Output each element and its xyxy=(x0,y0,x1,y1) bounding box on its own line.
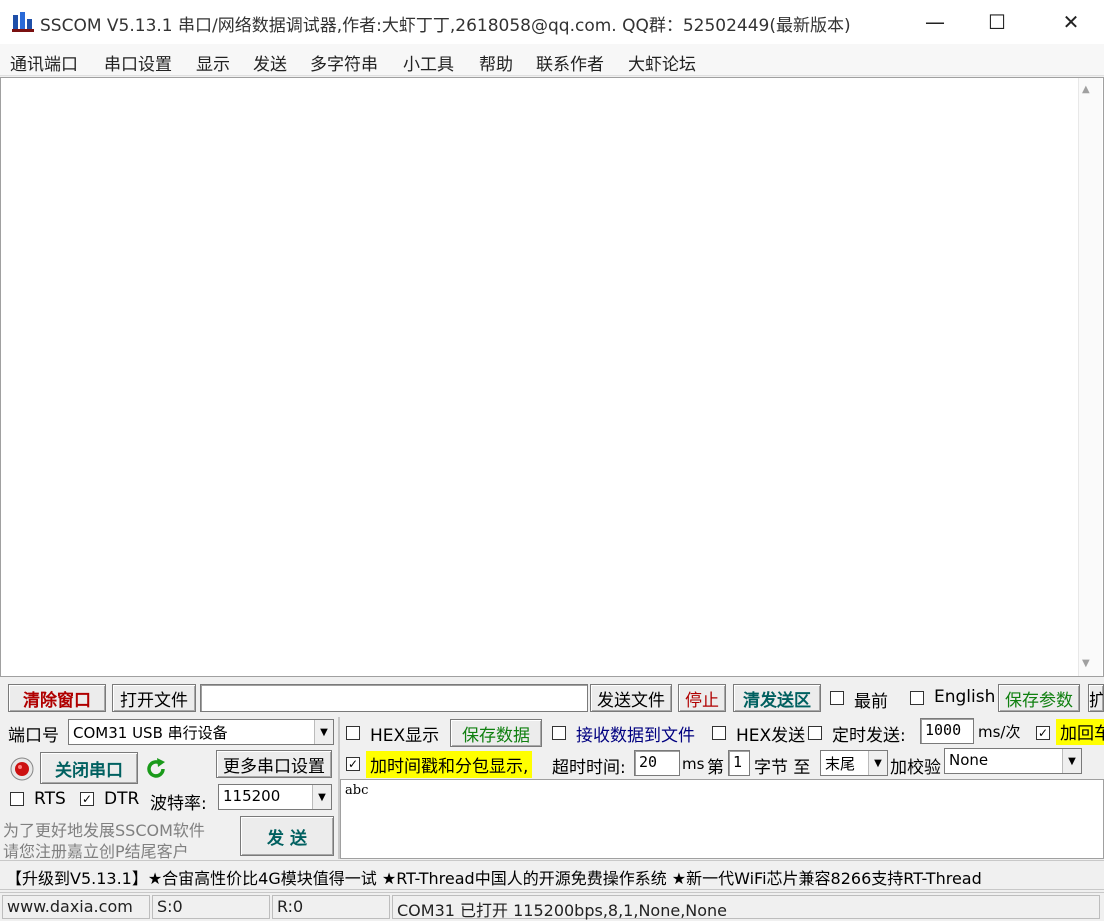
checksum-value: None xyxy=(949,751,989,769)
hex-send-label: HEX发送 xyxy=(736,726,806,746)
minimize-button[interactable]: — xyxy=(904,0,966,44)
menu-forum[interactable]: 大虾论坛 xyxy=(628,50,696,75)
recv-to-file-checkbox[interactable] xyxy=(552,726,566,740)
checksum-select[interactable]: None ▼ xyxy=(944,748,1082,774)
port-label: 端口号 xyxy=(8,726,59,746)
timed-send-checkbox[interactable] xyxy=(808,726,822,740)
open-file-button[interactable]: 打开文件 xyxy=(112,684,196,712)
save-params-button[interactable]: 保存参数 xyxy=(998,684,1080,712)
ticker-text[interactable]: 【升级到V5.13.1】★合宙高性价比4G模块值得一试 ★RT-Thread中国… xyxy=(6,865,982,889)
menu-contact-author[interactable]: 联系作者 xyxy=(536,50,604,75)
dtr-checkbox[interactable]: ✓ xyxy=(80,792,94,806)
baud-select-value: 115200 xyxy=(223,787,281,805)
byte-end-value: 末尾 xyxy=(825,755,856,773)
chevron-down-icon: ▼ xyxy=(312,785,331,809)
refresh-icon[interactable] xyxy=(144,757,168,781)
rts-label: RTS xyxy=(34,789,66,809)
status-website[interactable]: www.daxia.com xyxy=(2,895,150,919)
send-file-button[interactable]: 发送文件 xyxy=(590,684,672,712)
scroll-up-icon[interactable]: ▲ xyxy=(1082,84,1090,95)
maximize-button[interactable]: ☐ xyxy=(966,0,1028,44)
recv-to-file-label[interactable]: 接收数据到文件 xyxy=(576,721,695,746)
chevron-down-icon: ▼ xyxy=(314,720,333,744)
chevron-down-icon: ▼ xyxy=(1062,749,1081,773)
byte-end-select[interactable]: 末尾 ▼ xyxy=(820,750,888,776)
hex-send-checkbox[interactable] xyxy=(712,726,726,740)
app-icon xyxy=(12,11,36,33)
promo-text-line2: 请您注册嘉立创P结尾客户 xyxy=(3,842,189,861)
timeout-unit: ms xyxy=(682,755,705,773)
status-sent-count: S:0 xyxy=(152,895,270,919)
more-port-settings-button[interactable]: 更多串口设置 xyxy=(216,750,332,778)
stop-button[interactable]: 停止 xyxy=(678,684,726,712)
timestamp-checkbox[interactable]: ✓ xyxy=(346,757,360,771)
menu-multi-string[interactable]: 多字符串 xyxy=(310,50,378,75)
english-label: English xyxy=(934,687,996,707)
rts-checkbox[interactable] xyxy=(10,792,24,806)
checksum-label: 加校验 xyxy=(890,758,941,778)
byte-index-input[interactable]: 1 xyxy=(728,750,750,776)
english-checkbox[interactable] xyxy=(910,691,924,705)
send-button[interactable]: 发 送 xyxy=(240,816,334,856)
port-status-icon xyxy=(10,757,34,781)
scroll-down-icon[interactable]: ▼ xyxy=(1082,658,1090,669)
menu-send[interactable]: 发送 xyxy=(253,50,287,75)
interval-unit: ms/次 xyxy=(978,723,1021,741)
file-path-input[interactable] xyxy=(200,684,588,712)
topmost-label: 最前 xyxy=(854,692,888,712)
byte-suffix-label: 字节 至 xyxy=(754,758,811,778)
menu-display[interactable]: 显示 xyxy=(196,50,230,75)
dtr-label: DTR xyxy=(104,789,140,809)
expand-button[interactable]: 扩 xyxy=(1088,684,1104,712)
save-data-button[interactable]: 保存数据 xyxy=(450,719,542,747)
receive-area[interactable] xyxy=(0,77,1104,677)
status-received-count: R:0 xyxy=(272,895,390,919)
window-title: SSCOM V5.13.1 串口/网络数据调试器,作者:大虾丁丁,2618058… xyxy=(40,16,851,36)
ticker-bar: 【升级到V5.13.1】★合宙高性价比4G模块值得一试 ★RT-Thread中国… xyxy=(0,860,1104,890)
timeout-input[interactable]: 20 xyxy=(634,750,680,776)
menu-tools[interactable]: 小工具 xyxy=(403,50,454,75)
timed-send-label: 定时发送: xyxy=(832,726,906,746)
clear-send-button[interactable]: 清发送区 xyxy=(733,684,821,712)
baud-select[interactable]: 115200 ▼ xyxy=(218,784,332,810)
close-button[interactable]: ✕ xyxy=(1040,0,1102,44)
baud-label: 波特率: xyxy=(150,794,207,814)
send-text-area[interactable]: abc xyxy=(340,779,1104,859)
port-select[interactable]: COM31 USB 串行设备 ▼ xyxy=(68,719,334,745)
chevron-down-icon: ▼ xyxy=(868,751,887,775)
timestamp-label: 加时间戳和分包显示, xyxy=(366,751,533,778)
hex-display-checkbox[interactable] xyxy=(346,726,360,740)
status-port-info: COM31 已打开 115200bps,8,1,None,None xyxy=(392,895,1100,920)
close-port-button[interactable]: 关闭串口 xyxy=(40,752,138,784)
add-crlf-checkbox[interactable]: ✓ xyxy=(1036,726,1050,740)
menu-port-settings[interactable]: 串口设置 xyxy=(104,50,172,75)
timeout-label: 超时时间: xyxy=(552,758,626,778)
interval-input[interactable]: 1000 xyxy=(920,718,974,744)
byte-prefix-label: 第 xyxy=(707,758,724,778)
menu-help[interactable]: 帮助 xyxy=(479,50,513,75)
hex-display-label: HEX显示 xyxy=(370,726,440,746)
clear-window-button[interactable]: 清除窗口 xyxy=(8,684,106,712)
add-crlf-label: 加回车 xyxy=(1056,719,1104,745)
port-select-value: COM31 USB 串行设备 xyxy=(73,724,228,742)
topmost-checkbox[interactable] xyxy=(830,691,844,705)
receive-scrollbar[interactable] xyxy=(1078,78,1102,676)
menu-comm-port[interactable]: 通讯端口 xyxy=(10,50,78,75)
